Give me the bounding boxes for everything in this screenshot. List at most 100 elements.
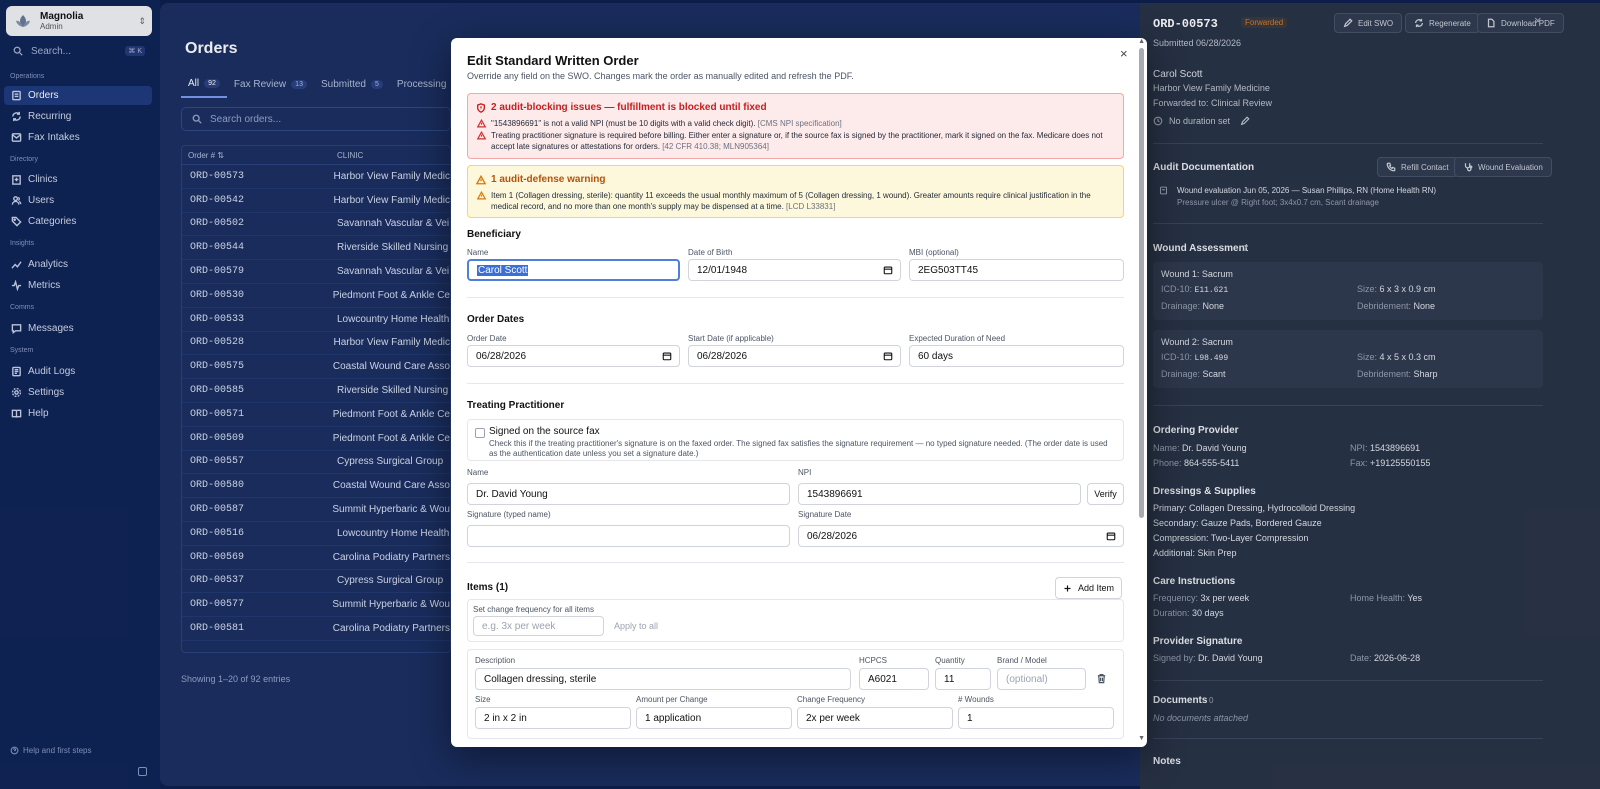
sidebar-item-users[interactable]: Users (4, 191, 152, 210)
item-change-frequency-field[interactable]: 2x per week (797, 707, 953, 729)
column-order-number[interactable]: Order # ⇅ (182, 151, 337, 160)
table-row[interactable]: ORD-00585 Riverside Skilled Nursing (182, 379, 450, 403)
help-first-steps[interactable]: Help and first steps (10, 746, 91, 755)
table-row[interactable]: ORD-00571 Piedmont Foot & Ankle Ce (182, 403, 450, 427)
sidebar-item-settings[interactable]: Settings (4, 383, 152, 402)
messages-icon (11, 324, 22, 334)
table-row[interactable]: ORD-00502 Savannah Vascular & Vei (182, 213, 450, 237)
order-id-cell: ORD-00533 (190, 313, 245, 325)
verify-npi-button[interactable]: Verify (1087, 483, 1124, 505)
item-size-field[interactable]: 2 in x 2 in (475, 707, 631, 729)
trash-icon[interactable] (1096, 673, 1107, 684)
tab-submitted[interactable]: Submitted 5 (314, 76, 390, 98)
tab-all[interactable]: All 92 (181, 76, 227, 98)
table-row[interactable]: ORD-00537 Cypress Surgical Group (182, 570, 450, 594)
close-panel-icon[interactable]: × (1534, 13, 1542, 28)
sidebar-item-categories[interactable]: Categories (4, 212, 152, 231)
calendar-icon[interactable] (662, 351, 672, 361)
item-brand-field[interactable]: (optional) (997, 668, 1086, 690)
table-row[interactable]: ORD-00569 Carolina Podiatry Partners (182, 546, 450, 570)
practitioner-name-field[interactable]: Dr. David Young (467, 483, 790, 505)
date-of-birth-field[interactable]: 12/01/1948 (688, 259, 901, 281)
edit-swo-button[interactable]: Edit SWO (1334, 13, 1403, 33)
item-wounds-field[interactable]: 1 (958, 707, 1114, 729)
table-row[interactable]: ORD-00533 Lowcountry Home Health (182, 308, 450, 332)
sidebar-item-clinics[interactable]: Clinics (4, 170, 152, 189)
bulk-frequency-input[interactable]: e.g. 3x per week (473, 616, 604, 636)
order-date-field[interactable]: 06/28/2026 (467, 345, 680, 367)
sidebar-item-recurring[interactable]: Recurring (4, 107, 152, 126)
item-description-field[interactable]: Collagen dressing, sterile (475, 668, 851, 690)
item-hcpcs-field[interactable]: A6021 (859, 668, 929, 690)
audit-blocking-alert: 2 audit-blocking issues — fulfillment is… (467, 93, 1124, 159)
start-date-field[interactable]: 06/28/2026 (688, 345, 901, 367)
download-pdf-button[interactable]: Download PDF (1477, 13, 1564, 33)
calendar-icon[interactable] (883, 351, 893, 361)
wound-debridement: Sharp (1413, 369, 1438, 379)
table-row[interactable]: ORD-00577 Summit Hyperbaric & Wou (182, 593, 450, 618)
duration-field[interactable]: 60 days (909, 345, 1124, 367)
item-amount-field[interactable]: 1 application (636, 707, 792, 729)
table-row[interactable]: ORD-00557 Cypress Surgical Group (182, 451, 450, 475)
tab-fax-review[interactable]: Fax Review 13 (227, 76, 314, 98)
wound-heading: Wound Assessment (1153, 243, 1249, 254)
sidebar-item-fax-intakes[interactable]: Fax Intakes (4, 128, 152, 147)
signature-date-field[interactable]: 06/28/2026 (798, 525, 1124, 547)
wound-count: 2 (1243, 244, 1248, 253)
table-row[interactable]: ORD-00544 Riverside Skilled Nursing (182, 236, 450, 261)
table-row[interactable]: ORD-00575 Coastal Wound Care Asso (182, 355, 450, 380)
table-row[interactable]: ORD-00587 Summit Hyperbaric & Wou (182, 498, 450, 522)
mbi-field[interactable]: 2EG503TT45 (909, 259, 1124, 281)
table-row[interactable]: ORD-00579 Savannah Vascular & Vei (182, 260, 450, 284)
table-row[interactable]: ORD-00573 Harbor View Family Medic (182, 165, 450, 189)
modal-scrollbar[interactable] (1139, 48, 1144, 518)
table-row[interactable]: ORD-00530 Piedmont Foot & Ankle Ce (182, 284, 450, 308)
signed-on-fax-checkbox[interactable] (475, 428, 485, 438)
refill-contact-label: Refill Contact (1401, 162, 1449, 172)
close-icon[interactable]: × (1120, 46, 1128, 61)
tab-processing[interactable]: Processing (390, 76, 453, 98)
sidebar-item-audit-logs[interactable]: Audit Logs (4, 362, 152, 381)
wound-evaluation-button[interactable]: Wound Evaluation (1454, 157, 1552, 177)
sidebar-item-label: Orders (28, 90, 59, 101)
scroll-up-icon[interactable]: ▲ (1138, 38, 1145, 45)
sidebar-search[interactable]: Search... ⌘ K (6, 41, 152, 61)
npi-label: NPI (798, 468, 812, 477)
scroll-down-icon[interactable]: ▼ (1138, 735, 1145, 742)
clinic-cell: Savannah Vascular & Vei (337, 218, 450, 230)
wound-drainage: Scant (1202, 369, 1226, 379)
npi-field[interactable]: 1543896691 (798, 483, 1081, 505)
regenerate-button[interactable]: Regenerate (1405, 13, 1480, 33)
edit-duration-icon[interactable] (1240, 116, 1250, 126)
alert-title: 1 audit-defense warning (491, 174, 606, 185)
calendar-icon[interactable] (1106, 531, 1116, 541)
bulk-frequency-box: Set change frequency for all items e.g. … (467, 599, 1124, 642)
sidebar-item-orders[interactable]: Orders (4, 86, 152, 105)
sidebar-item-metrics[interactable]: Metrics (4, 276, 152, 295)
calendar-icon[interactable] (883, 265, 893, 275)
table-row[interactable]: ORD-00516 Lowcountry Home Health (182, 522, 450, 546)
collapse-sidebar-icon[interactable] (138, 767, 147, 776)
sidebar-item-help[interactable]: Help (4, 404, 152, 423)
table-row[interactable]: ORD-00509 Piedmont Foot & Ankle Ce (182, 427, 450, 451)
table-row[interactable]: ORD-00581 Carolina Podiatry Partners (182, 617, 450, 641)
practitioner-name-label: Name (467, 468, 489, 477)
refill-contact-button[interactable]: Refill Contact (1377, 157, 1458, 177)
workspace-switcher[interactable]: Magnolia Admin ⇕ (6, 6, 152, 36)
apply-to-all-button[interactable]: Apply to all (614, 621, 658, 631)
table-row[interactable]: ORD-00528 Harbor View Family Medic (182, 332, 450, 356)
sidebar-item-messages[interactable]: Messages (4, 319, 152, 338)
fax-label: Fax: (1350, 458, 1368, 468)
warning-triangle-icon (476, 174, 486, 184)
add-item-button[interactable]: Add Item (1055, 577, 1122, 599)
sidebar-item-analytics[interactable]: Analytics (4, 255, 152, 274)
clinic-cell: Piedmont Foot & Ankle Ce (332, 289, 450, 301)
beneficiary-name-field[interactable]: Carol Scott (467, 259, 680, 281)
mbi-value: 2EG503TT45 (918, 264, 979, 276)
submitted-date: Submitted 06/28/2026 (1153, 38, 1242, 48)
signature-field[interactable] (467, 525, 790, 547)
orders-search-input[interactable]: Search orders... (181, 107, 451, 131)
item-quantity-field[interactable]: 11 (935, 668, 991, 690)
table-row[interactable]: ORD-00542 Harbor View Family Medic (182, 189, 450, 213)
table-row[interactable]: ORD-00580 Coastal Wound Care Asso (182, 474, 450, 499)
